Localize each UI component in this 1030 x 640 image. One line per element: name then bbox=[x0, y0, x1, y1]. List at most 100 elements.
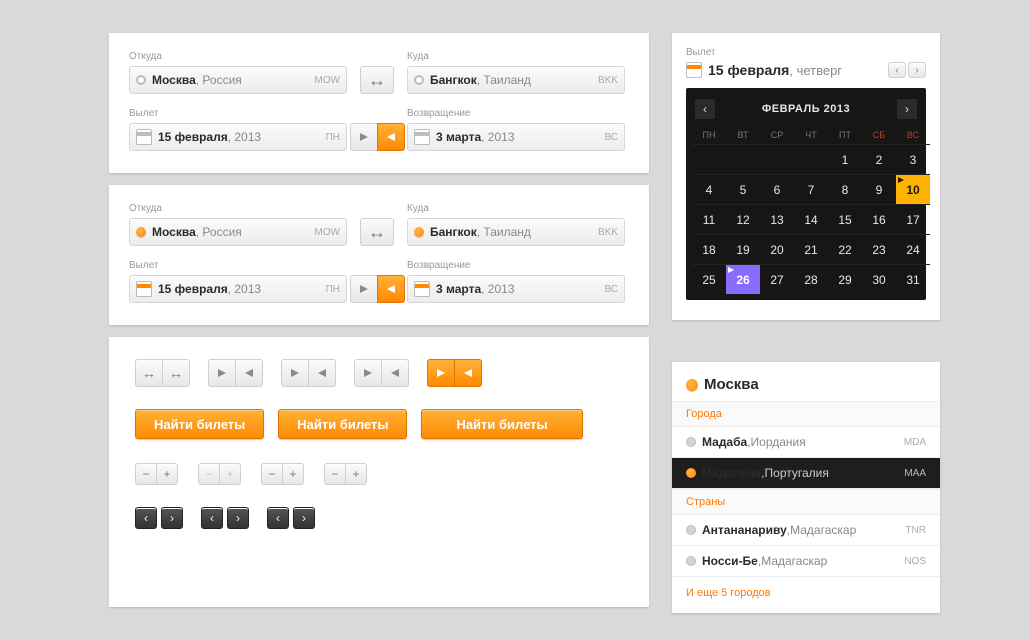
calendar-day-cell[interactable]: 17 bbox=[896, 204, 930, 234]
calendar-day-cell[interactable]: 18 bbox=[692, 234, 726, 264]
next-button[interactable]: › bbox=[227, 507, 249, 529]
swap-button[interactable]: ↔ bbox=[360, 66, 394, 94]
trip-oneway[interactable] bbox=[350, 275, 378, 303]
calendar-day-cell[interactable]: 7 bbox=[794, 174, 828, 204]
calendar-day-cell[interactable]: 21 bbox=[794, 234, 828, 264]
departure-field[interactable]: 15 февраля , 2013 ПН bbox=[129, 123, 347, 151]
calendar-day-cell[interactable]: 2 bbox=[862, 144, 896, 174]
calendar-day-cell[interactable]: 25 bbox=[692, 264, 726, 294]
suggest-item[interactable]: Мадалена,ПортугалияMAA bbox=[672, 458, 940, 489]
prev-button[interactable]: ‹ bbox=[201, 507, 223, 529]
search-button[interactable]: Найти билеты bbox=[278, 409, 407, 439]
trip-roundtrip[interactable] bbox=[235, 359, 263, 387]
suggest-code: NOS bbox=[904, 556, 926, 567]
calendar-day-cell[interactable]: 20 bbox=[760, 234, 794, 264]
suggest-item[interactable]: Антананариву,МадагаскарTNR bbox=[672, 515, 940, 546]
trip-toggle[interactable] bbox=[281, 359, 336, 387]
stepper[interactable]: − + bbox=[135, 463, 178, 485]
search-button-wide[interactable]: Найти билеты bbox=[421, 409, 582, 439]
from-field[interactable]: Москва , Россия MOW bbox=[129, 218, 347, 246]
prev-button[interactable]: ‹ bbox=[135, 507, 157, 529]
suggest-code: MAA bbox=[904, 468, 926, 479]
next-month-button[interactable]: › bbox=[896, 98, 918, 120]
departure-field[interactable]: 15 февраля , 2013 ПН bbox=[129, 275, 347, 303]
trip-toggle[interactable] bbox=[208, 359, 263, 387]
calendar-day-cell[interactable]: 26 bbox=[726, 264, 760, 294]
calendar-day-cell[interactable]: 13 bbox=[760, 204, 794, 234]
stepper[interactable]: − + bbox=[261, 463, 304, 485]
departure-dow: ПН bbox=[326, 132, 340, 143]
calendar-day-cell[interactable]: 30 bbox=[862, 264, 896, 294]
trip-roundtrip[interactable] bbox=[377, 123, 405, 151]
trip-type-toggle[interactable] bbox=[350, 275, 405, 303]
pin-icon bbox=[686, 468, 696, 478]
calendar-day-cell[interactable]: 8 bbox=[828, 174, 862, 204]
plus-button[interactable]: + bbox=[282, 463, 304, 485]
suggest-more[interactable]: И еще 5 городов bbox=[672, 577, 940, 599]
trip-oneway[interactable] bbox=[354, 359, 382, 387]
next-button[interactable]: › bbox=[293, 507, 315, 529]
calendar-day-cell[interactable]: 28 bbox=[794, 264, 828, 294]
pin-icon bbox=[686, 379, 698, 391]
calendar-day-cell[interactable]: 24 bbox=[896, 234, 930, 264]
calendar-day-cell[interactable]: 23 bbox=[862, 234, 896, 264]
suggest-item[interactable]: Мадаба,ИорданияMDA bbox=[672, 427, 940, 458]
trip-oneway[interactable] bbox=[281, 359, 309, 387]
calendar-day-cell[interactable]: 15 bbox=[828, 204, 862, 234]
calendar-day-cell[interactable]: 6 bbox=[760, 174, 794, 204]
minus-button-disabled: − bbox=[198, 463, 220, 485]
calendar-day-cell[interactable]: 9 bbox=[862, 174, 896, 204]
stepper[interactable]: − + bbox=[324, 463, 367, 485]
trip-type-toggle[interactable] bbox=[350, 123, 405, 151]
calendar-day-cell[interactable]: 5 bbox=[726, 174, 760, 204]
plus-button[interactable]: + bbox=[345, 463, 367, 485]
to-field[interactable]: Бангкок , Таиланд BKK bbox=[407, 66, 625, 94]
calendar-day-cell[interactable]: 1 bbox=[828, 144, 862, 174]
suggest-item[interactable]: Носси-Бе,МадагаскарNOS bbox=[672, 546, 940, 577]
pin-icon bbox=[686, 525, 696, 535]
trip-oneway[interactable] bbox=[350, 123, 378, 151]
trip-roundtrip[interactable] bbox=[454, 359, 482, 387]
prev-day-button[interactable]: ‹ bbox=[888, 62, 906, 78]
to-field[interactable]: Бангкок , Таиланд BKK bbox=[407, 218, 625, 246]
calendar-day-cell[interactable]: 4 bbox=[692, 174, 726, 204]
calendar-day-cell[interactable]: 16 bbox=[862, 204, 896, 234]
calendar-day-cell[interactable]: 22 bbox=[828, 234, 862, 264]
calendar-day-cell[interactable]: 12 bbox=[726, 204, 760, 234]
calendar-day-cell[interactable]: 11 bbox=[692, 204, 726, 234]
calendar-day-cell[interactable]: 3 bbox=[896, 144, 930, 174]
swap-right-button[interactable]: ↔ bbox=[162, 359, 190, 387]
trip-oneway[interactable] bbox=[208, 359, 236, 387]
trip-toggle[interactable] bbox=[354, 359, 409, 387]
calendar-day-cell[interactable]: 14 bbox=[794, 204, 828, 234]
calendar-day-cell[interactable]: 10 bbox=[896, 174, 930, 204]
swap-button[interactable]: ↔ bbox=[360, 218, 394, 246]
calendar-day-cell[interactable]: 19 bbox=[726, 234, 760, 264]
return-field[interactable]: 3 марта , 2013 ВС bbox=[407, 275, 625, 303]
trip-roundtrip[interactable] bbox=[308, 359, 336, 387]
minus-button[interactable]: − bbox=[135, 463, 157, 485]
next-day-button[interactable]: › bbox=[908, 62, 926, 78]
next-button[interactable]: › bbox=[161, 507, 183, 529]
minus-button[interactable]: − bbox=[261, 463, 283, 485]
calendar-day-cell[interactable]: 27 bbox=[760, 264, 794, 294]
swap-left-button[interactable]: ↔ bbox=[135, 359, 163, 387]
plane-left-icon bbox=[391, 369, 399, 377]
prev-month-button[interactable]: ‹ bbox=[694, 98, 716, 120]
pin-icon bbox=[414, 227, 424, 237]
suggest-name: Носси-Бе bbox=[702, 554, 758, 568]
search-button[interactable]: Найти билеты bbox=[135, 409, 264, 439]
trip-roundtrip[interactable] bbox=[377, 275, 405, 303]
calendar-day-cell[interactable]: 29 bbox=[828, 264, 862, 294]
trip-toggle-active[interactable] bbox=[427, 359, 482, 387]
trip-roundtrip[interactable] bbox=[381, 359, 409, 387]
plus-button[interactable]: + bbox=[156, 463, 178, 485]
minus-button[interactable]: − bbox=[324, 463, 346, 485]
stepper[interactable]: − + bbox=[198, 463, 241, 485]
calendar-day-cell[interactable]: 31 bbox=[896, 264, 930, 294]
trip-oneway[interactable] bbox=[427, 359, 455, 387]
return-field[interactable]: 3 марта , 2013 ВС bbox=[407, 123, 625, 151]
from-field[interactable]: Москва , Россия MOW bbox=[129, 66, 347, 94]
departure-label: Вылет bbox=[129, 108, 347, 119]
prev-button[interactable]: ‹ bbox=[267, 507, 289, 529]
